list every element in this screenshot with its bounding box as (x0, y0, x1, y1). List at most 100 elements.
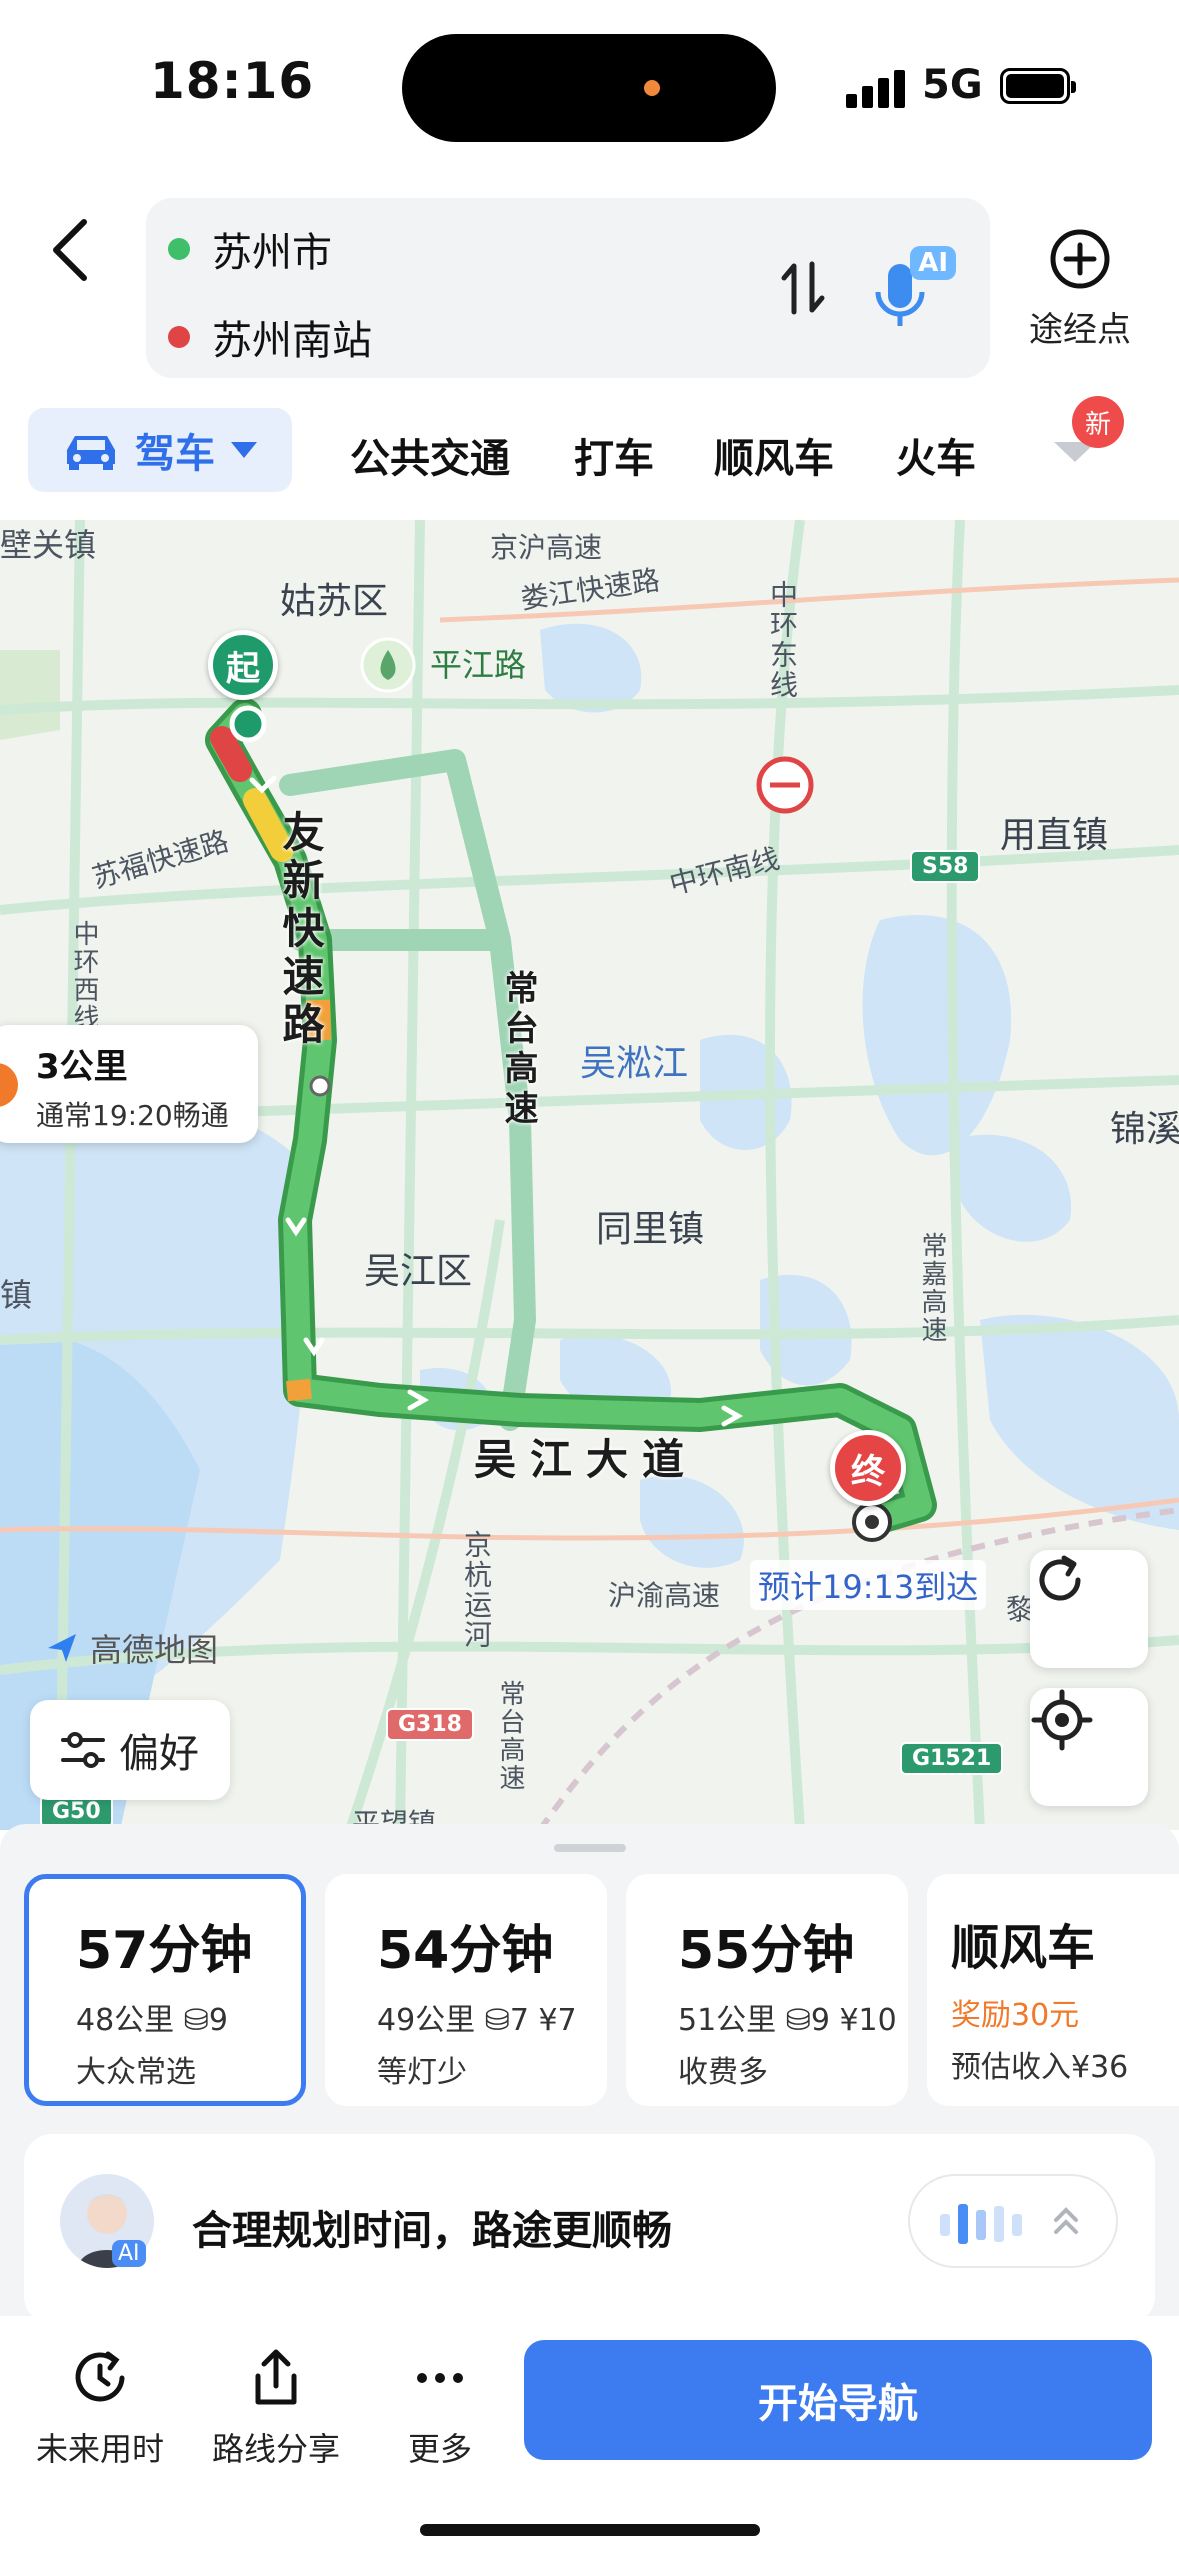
tab-carpool[interactable]: 顺风车 (714, 426, 834, 484)
clock-icon (75, 2351, 125, 2402)
carpool-option[interactable]: 顺风车 奖励30元 预估收入¥36 (927, 1874, 1179, 2106)
ai-tag: AI (910, 246, 956, 280)
traffic-subtitle: 通常19:20畅通 (36, 1099, 229, 1132)
highway-shield: G1521 (900, 1742, 1004, 1775)
home-indicator[interactable] (420, 2524, 760, 2536)
island-indicator (644, 80, 660, 96)
amap-logo-icon (48, 1634, 76, 1662)
route-meta: 51公里 ⛁9 ¥10 (678, 2003, 897, 2038)
map-label: 中环西线 (69, 920, 99, 1032)
route-meta: 49公里 ⛁7 ¥7 (377, 2003, 577, 2038)
eta-label: 预计19:13到达 (750, 1560, 987, 1610)
road-label-youxin: 友新快速路 (276, 810, 325, 1050)
map-label: 常台高速 (495, 1680, 525, 1792)
start-navigation-button[interactable]: 开始导航 (524, 2340, 1152, 2460)
destination-text: 苏州南站 (212, 318, 372, 364)
ai-assistant-bar[interactable]: AI 合理规划时间，路途更顺畅 (24, 2134, 1155, 2324)
origin-text: 苏州市 (212, 230, 332, 276)
swap-icon (781, 261, 825, 315)
back-button[interactable] (40, 210, 100, 290)
future-time-button[interactable]: 未来用时 (20, 2346, 180, 2470)
waypoint-button[interactable]: 途经点 (1020, 228, 1140, 351)
preference-button[interactable]: 偏好 (30, 1700, 230, 1800)
more-dots-icon (417, 2373, 463, 2383)
transport-mode-tabs: 驾车 公共交通 打车 顺风车 火车 (0, 400, 1179, 500)
refresh-button[interactable] (1030, 1550, 1148, 1668)
more-label: 更多 (407, 2430, 472, 2468)
share-icon (255, 2349, 297, 2405)
ai-avatar-tag: AI (112, 2240, 146, 2267)
sheet-handle[interactable] (554, 1844, 626, 1852)
more-button[interactable]: 更多 (360, 2346, 520, 2470)
settings-sliders-icon (61, 1732, 105, 1768)
network-type: 5G (922, 62, 983, 108)
traffic-info-card[interactable]: 3公里 通常19:20畅通 (0, 1025, 258, 1143)
highway-shield: S58 (910, 850, 981, 883)
tab-drive[interactable]: 驾车 (28, 408, 292, 492)
destination-field[interactable]: 苏州南站 (168, 308, 372, 366)
locate-icon (1031, 1689, 1093, 1751)
map-view[interactable]: 壁关镇 姑苏区 平江路 京沪高速 娄江快速路 中环东线 苏福快速路 中环西线 中… (0, 520, 1179, 1830)
destination-dot (168, 326, 190, 348)
chevron-left-icon (53, 219, 87, 281)
map-label: 平江路 (430, 646, 527, 684)
route-duration: 57分钟 (76, 1921, 253, 1981)
map-label: 常嘉高速 (917, 1232, 947, 1344)
voice-wave-icon (940, 2204, 1078, 2244)
route-tag: 大众常选 (76, 2055, 196, 2090)
map-label: 同里镇 (596, 1209, 705, 1250)
new-badge: 新 (1072, 396, 1124, 448)
traffic-badge-icon (0, 1063, 18, 1107)
carpool-reward: 奖励30元 (951, 1998, 1080, 2033)
tab-taxi[interactable]: 打车 (574, 426, 654, 484)
amap-logo: 高德地图 (44, 1625, 218, 1671)
map-label: 用直镇 (1000, 815, 1109, 856)
future-time-label: 未来用时 (35, 2430, 164, 2468)
add-circle-icon (1050, 229, 1110, 289)
end-marker[interactable]: 终 (830, 1430, 906, 1506)
highway-shield: G318 (386, 1708, 474, 1741)
carpool-income: 预估收入¥36 (951, 2050, 1129, 2085)
map-label: 镇 (0, 1276, 33, 1314)
route-duration: 55分钟 (678, 1921, 855, 1981)
caret-down-icon (231, 442, 257, 458)
route-input-box: 苏州市 苏州南站 AI (146, 198, 990, 378)
route-duration: 54分钟 (377, 1921, 554, 1981)
ai-message: 合理规划时间，路途更顺畅 (192, 2208, 672, 2254)
status-bar: 18:16 5G (0, 0, 1179, 170)
route-option-3[interactable]: 55分钟 51公里 ⛁9 ¥10 收费多 (626, 1874, 908, 2106)
route-option-1[interactable]: 57分钟 48公里 ⛁9 大众常选 (24, 1874, 306, 2106)
battery-icon (1000, 68, 1076, 104)
amap-logo-text: 高德地图 (90, 1631, 219, 1669)
preference-label: 偏好 (119, 1731, 199, 1777)
origin-dot (168, 238, 190, 260)
map-label: 中环东线 (766, 580, 799, 700)
map-label: 壁关镇 (0, 526, 97, 564)
start-marker[interactable]: 起 (208, 630, 278, 700)
map-label: 京沪高速 (490, 531, 603, 564)
swap-button[interactable] (768, 253, 838, 323)
share-route-button[interactable]: 路线分享 (196, 2346, 356, 2470)
refresh-icon (1039, 1555, 1081, 1601)
ai-voice-button[interactable]: AI (866, 246, 956, 336)
route-tag: 等灯少 (377, 2055, 467, 2090)
road-label-wujiang: 吴江大道 (474, 1435, 699, 1484)
map-label: 姑苏区 (280, 581, 389, 622)
share-route-label: 路线分享 (211, 2430, 340, 2468)
dynamic-island (402, 34, 776, 142)
map-label: 吴淞江 (580, 1043, 689, 1084)
tab-drive-label: 驾车 (135, 431, 215, 477)
map-label: 吴江区 (364, 1251, 473, 1292)
tab-public-transit[interactable]: 公共交通 (350, 426, 510, 484)
status-time: 18:16 (150, 52, 315, 110)
locate-button[interactable] (1030, 1688, 1148, 1806)
map-label: 京杭运河 (460, 1530, 493, 1650)
road-label-changtai: 常台高速 (498, 970, 538, 1130)
origin-field[interactable]: 苏州市 (168, 220, 332, 278)
waypoint-label: 途经点 (1029, 310, 1131, 350)
car-icon (67, 436, 115, 470)
route-option-2[interactable]: 54分钟 49公里 ⛁7 ¥7 等灯少 (325, 1874, 607, 2106)
signal-icon (846, 68, 906, 108)
ai-expand-button[interactable] (908, 2174, 1118, 2268)
tab-train[interactable]: 火车 (896, 426, 976, 484)
